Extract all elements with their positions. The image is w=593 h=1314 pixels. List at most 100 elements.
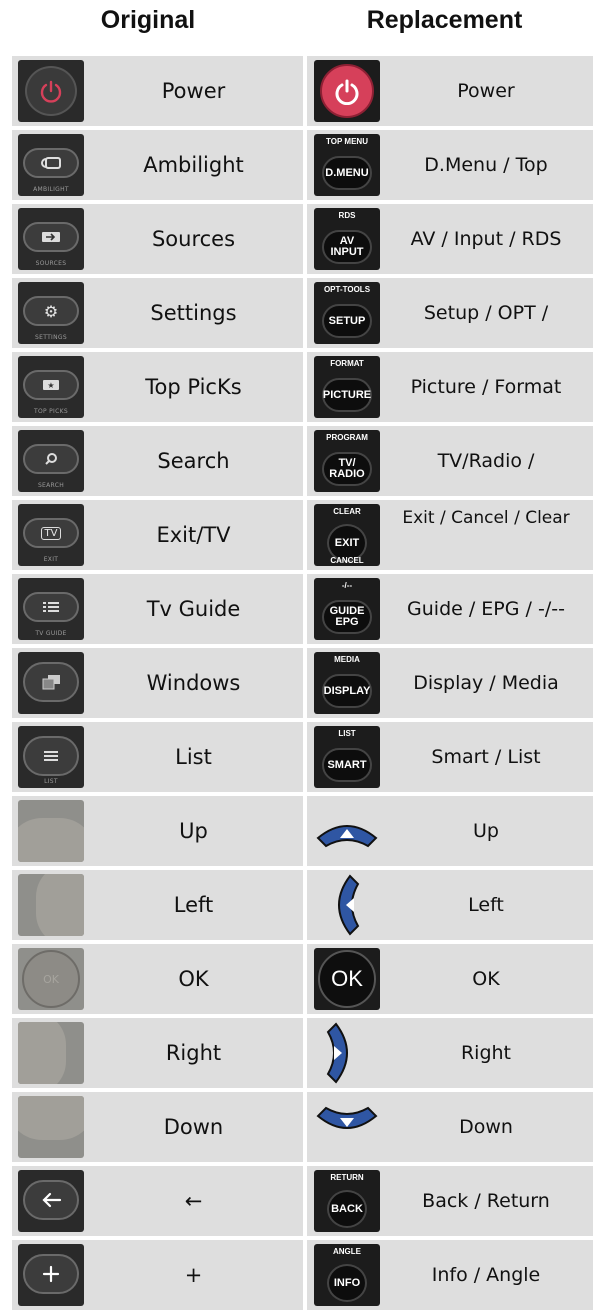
- replacement-button-image: RDS AV INPUT: [314, 208, 380, 270]
- table-row: OK OK OK OK: [12, 944, 593, 1018]
- star-icon: ★: [23, 370, 79, 400]
- original-button-image: AMBILIGHT: [18, 134, 84, 196]
- table-row: SEARCH Search PROGRAM TV/ RADIO TV/Radio /: [12, 426, 593, 500]
- button-caption: SEARCH: [37, 482, 65, 489]
- replacement-label: OK: [472, 968, 500, 990]
- original-cell: Windows: [12, 648, 303, 718]
- button-top-caption: LIST: [338, 729, 356, 738]
- replacement-button-image: OPT-TOOLS SETUP: [314, 282, 380, 344]
- button-caption: LIST: [44, 778, 58, 785]
- table-row: LIST List LIST SMART Smart / List: [12, 722, 593, 796]
- replacement-cell: ANGLE INFO Info / Angle: [307, 1240, 593, 1310]
- replacement-cell: Power: [307, 56, 593, 126]
- original-label: +: [184, 1263, 203, 1287]
- button-top-caption: RDS: [338, 211, 356, 220]
- replacement-button-image: ANGLE INFO: [314, 1244, 380, 1306]
- original-label: Exit/TV: [156, 523, 231, 547]
- list-icon: [23, 736, 79, 776]
- table-row: AMBILIGHT Ambilight TOP MENU D.MENU D.Menu /…: [12, 130, 593, 204]
- table-row: Down Down: [12, 1092, 593, 1166]
- button-top-caption: RETURN: [330, 1173, 364, 1182]
- replacement-button-image: FORMAT PICTURE: [314, 356, 380, 418]
- button-top-caption: PROGRAM: [326, 433, 368, 442]
- button-top-caption: OPT-TOOLS: [323, 285, 371, 294]
- replacement-cell: Down: [307, 1092, 593, 1162]
- replacement-button-image: PROGRAM TV/ RADIO: [314, 430, 380, 492]
- original-cell: TV EXIT Exit/TV: [12, 500, 303, 570]
- button-top-caption: -/--: [341, 581, 353, 590]
- table-row: Up Up: [12, 796, 593, 870]
- original-button-image: TV EXIT: [18, 504, 84, 566]
- replacement-button-image: MEDIA DISPLAY: [314, 652, 380, 714]
- original-label: Tv Guide: [146, 597, 241, 621]
- button-top-caption: TOP MENU: [326, 137, 368, 146]
- plus-icon: [23, 1254, 79, 1294]
- replacement-button-image: [314, 60, 380, 122]
- back-arrow-icon: [23, 1180, 79, 1220]
- search-icon: [23, 444, 79, 474]
- av-input-icon: AV INPUT: [322, 230, 372, 264]
- replacement-button-image: OK: [314, 948, 380, 1010]
- sources-icon: [23, 222, 79, 252]
- button-caption: AMBILIGHT: [33, 186, 69, 193]
- original-cell: Left: [12, 870, 303, 940]
- original-button-image: [18, 60, 84, 122]
- header-original: Original: [100, 6, 196, 34]
- button-comparison-page: Original Replacement Power Power AMBILIGHT…: [0, 0, 593, 1310]
- button-top-caption: ANGLE: [333, 1247, 361, 1256]
- table-row: Power Power: [12, 56, 593, 130]
- guide-icon: [23, 592, 79, 622]
- replacement-cell: Right: [307, 1018, 593, 1088]
- replacement-button-image: TOP MENU D.MENU: [314, 134, 380, 196]
- replacement-label: Down: [459, 1116, 513, 1138]
- replacement-cell: Left: [307, 870, 593, 940]
- replacement-label: TV/Radio /: [437, 450, 535, 472]
- button-caption: TOP PICKS: [34, 408, 68, 415]
- ambilight-icon: [23, 148, 79, 178]
- replacement-label: Smart / List: [431, 746, 541, 768]
- button-top-caption: FORMAT: [330, 359, 364, 368]
- replacement-cell: CLEAR EXIT CANCEL Exit / Cancel / Clear: [307, 500, 593, 570]
- header-replacement: Replacement: [366, 6, 523, 34]
- original-cell: ★ TOP PICKS Top PicKs: [12, 352, 303, 422]
- replacement-button-image: [314, 1022, 380, 1084]
- button-top-caption: MEDIA: [334, 655, 360, 664]
- replacement-cell: RDS AV INPUT AV / Input / RDS: [307, 204, 593, 274]
- smart-icon: SMART: [322, 748, 372, 782]
- original-cell: ⚙ SETTINGS Settings: [12, 278, 303, 348]
- replacement-cell: LIST SMART Smart / List: [307, 722, 593, 792]
- replacement-button-image: RETURN BACK: [314, 1170, 380, 1232]
- replacement-label: Left: [468, 894, 504, 916]
- replacement-cell: MEDIA DISPLAY Display / Media: [307, 648, 593, 718]
- table-row: SOURCES Sources RDS AV INPUT AV / Input / RD…: [12, 204, 593, 278]
- original-label: Ambilight: [143, 153, 244, 177]
- replacement-label: Exit / Cancel / Clear: [402, 508, 570, 528]
- original-cell: SOURCES Sources: [12, 204, 303, 274]
- original-label: Settings: [150, 301, 237, 325]
- original-button-image: [18, 1096, 84, 1158]
- original-label: Windows: [146, 671, 241, 695]
- original-cell: AMBILIGHT Ambilight: [12, 130, 303, 200]
- replacement-button-image: [314, 874, 380, 936]
- replacement-label: Back / Return: [422, 1190, 550, 1212]
- original-button-image: [18, 1170, 84, 1232]
- original-cell: Down: [12, 1092, 303, 1162]
- table-row: Windows MEDIA DISPLAY Display / Media: [12, 648, 593, 722]
- replacement-button-image: -/-- GUIDE EPG: [314, 578, 380, 640]
- original-cell: Up: [12, 796, 303, 866]
- original-button-image: [18, 874, 84, 936]
- replacement-label: Up: [473, 820, 499, 842]
- ok-label: OK: [318, 950, 376, 1008]
- table-row: Left Left: [12, 870, 593, 944]
- arrow-down-icon: [314, 1096, 380, 1158]
- button-bottom-caption: CANCEL: [330, 556, 364, 565]
- back-icon: BACK: [327, 1190, 367, 1228]
- guide-epg-icon: GUIDE EPG: [322, 600, 372, 634]
- button-caption: EXIT: [43, 556, 59, 563]
- replacement-button-image: [314, 1096, 380, 1158]
- replacement-cell: OK OK: [307, 944, 593, 1014]
- original-button-image: [18, 1244, 84, 1306]
- replacement-cell: FORMAT PICTURE Picture / Format: [307, 352, 593, 422]
- original-button-image: [18, 1022, 84, 1084]
- replacement-button-image: [314, 800, 380, 862]
